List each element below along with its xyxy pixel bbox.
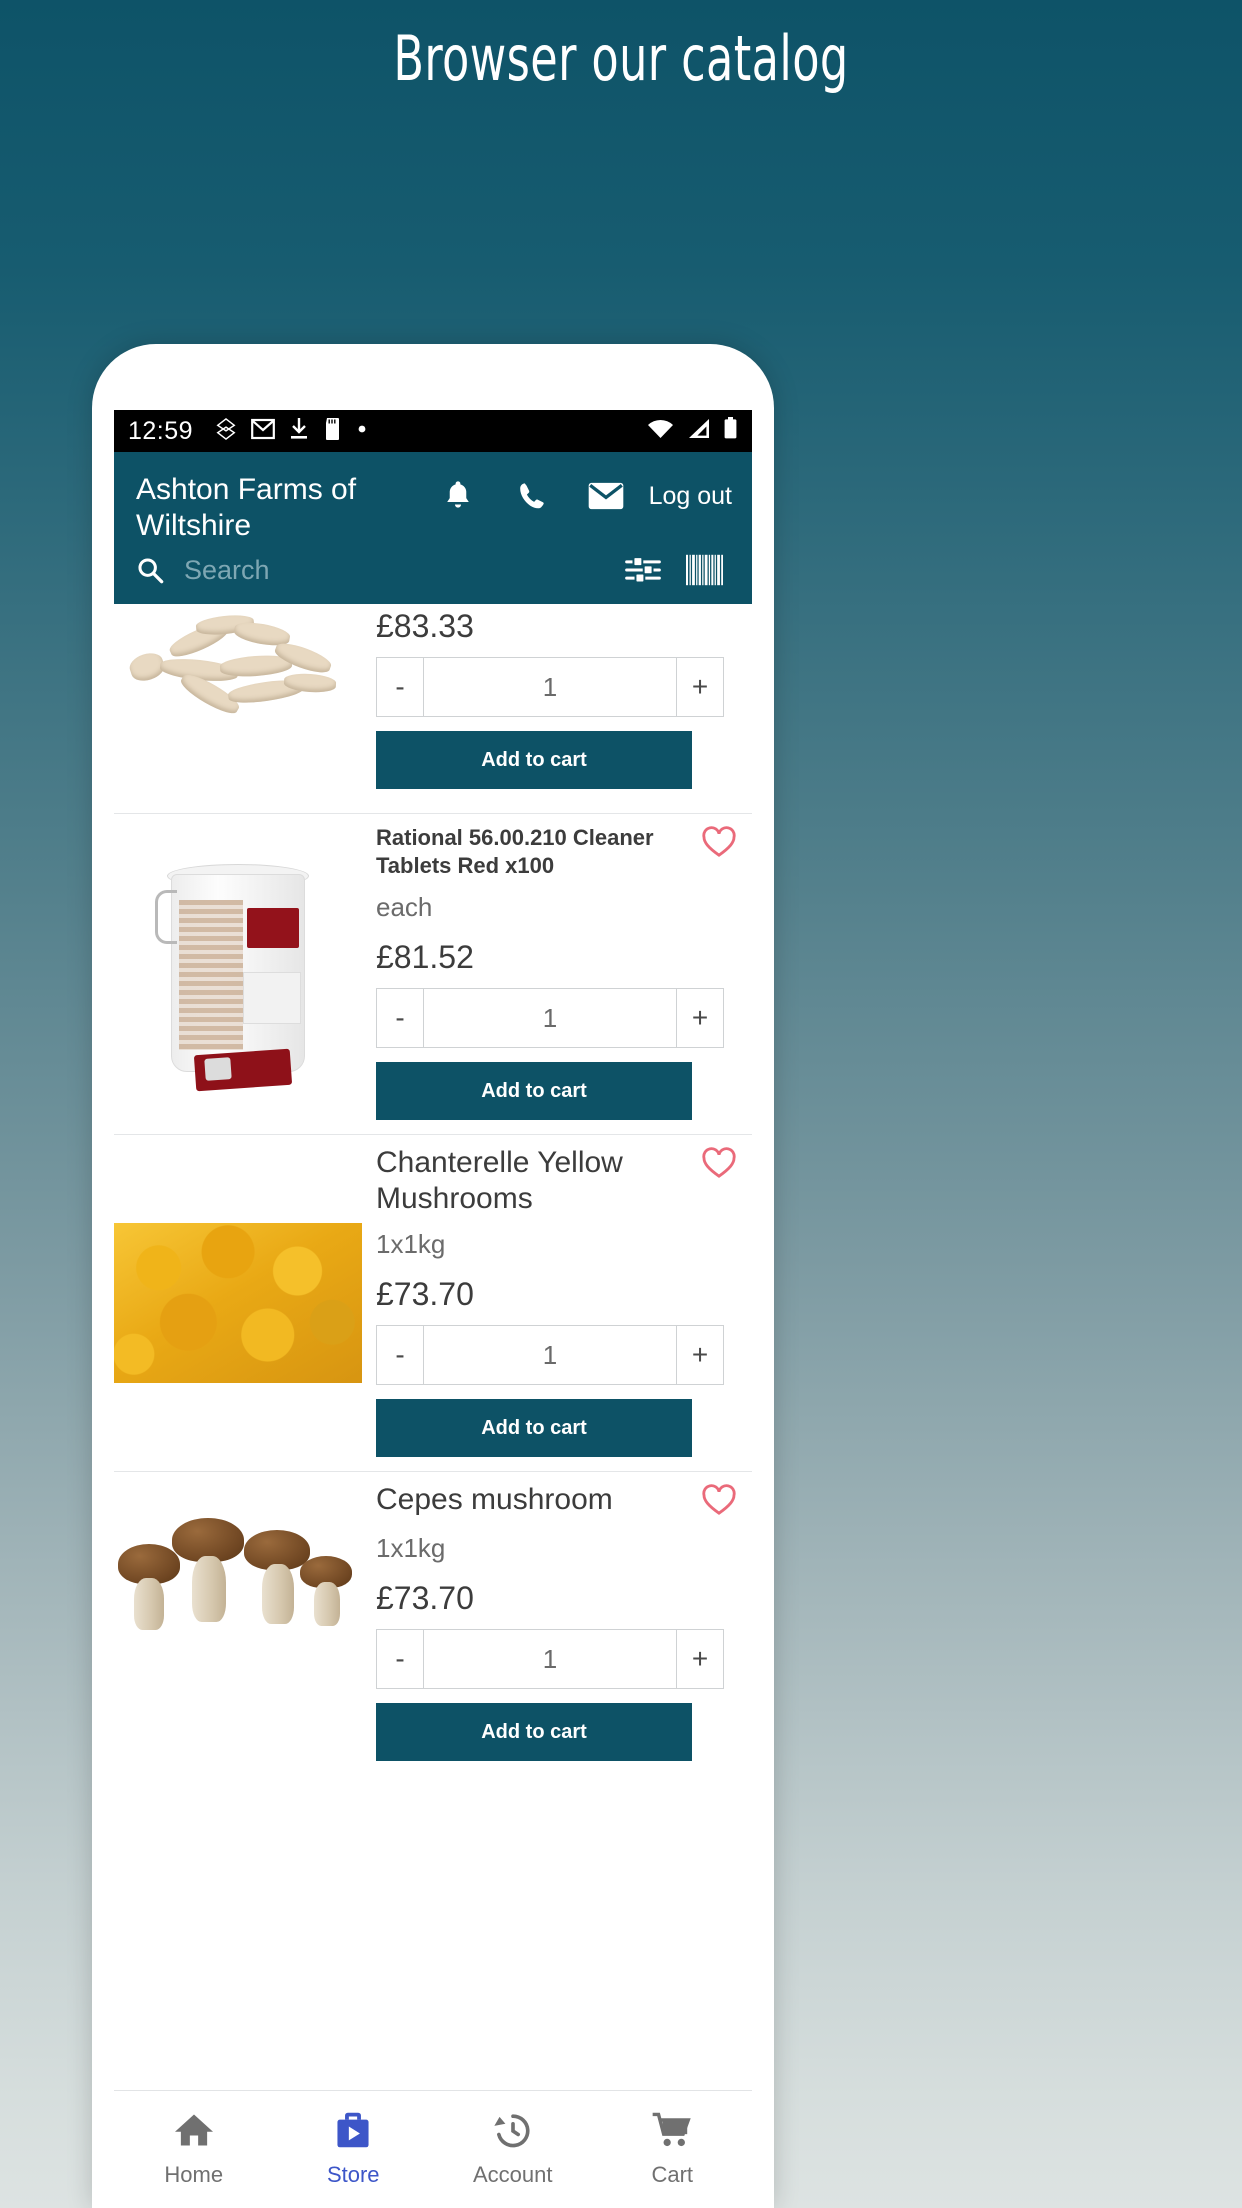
history-icon bbox=[492, 2111, 534, 2154]
product-details: £83.33 - 1 + Add to cart bbox=[362, 604, 752, 813]
cepes-mushrooms-image bbox=[114, 1500, 362, 1640]
sd-card-icon bbox=[323, 417, 342, 446]
quantity-value[interactable]: 1 bbox=[424, 988, 676, 1048]
table-row[interactable]: Rational 56.00.210 Cleaner Tablets Red x… bbox=[114, 814, 752, 1135]
wifi-icon bbox=[647, 418, 674, 445]
bottom-navigation: Home Store Account Cart bbox=[114, 2090, 752, 2208]
nav-item-cart[interactable]: Cart bbox=[593, 2111, 753, 2188]
product-title-row: Cepes mushroom bbox=[376, 1482, 736, 1521]
search-bar[interactable]: Search bbox=[114, 544, 752, 604]
product-thumbnail[interactable] bbox=[114, 1135, 362, 1471]
product-details: Chanterelle Yellow Mushrooms 1x1kg £73.7… bbox=[362, 1135, 752, 1471]
battery-icon bbox=[723, 417, 738, 445]
crosne-tubers-image bbox=[124, 612, 352, 730]
product-name: Chanterelle Yellow Mushrooms bbox=[376, 1146, 623, 1215]
favorite-heart-icon[interactable] bbox=[702, 826, 736, 863]
product-unit: 1x1kg bbox=[376, 1533, 446, 1563]
phone-icon[interactable] bbox=[495, 479, 569, 513]
chanterelle-mushrooms-image bbox=[114, 1223, 362, 1383]
table-row[interactable]: Cepes mushroom 1x1kg £73.70 - 1 + Add to… bbox=[114, 1472, 752, 1775]
barcode-icon[interactable] bbox=[674, 554, 736, 586]
nav-label-home: Home bbox=[164, 2162, 224, 2187]
product-unit: each bbox=[376, 892, 433, 922]
product-price: £73.70 bbox=[376, 1580, 474, 1616]
nav-label-store: Store bbox=[326, 2162, 380, 2187]
home-icon bbox=[173, 2111, 215, 2154]
add-to-cart-button[interactable]: Add to cart bbox=[376, 1399, 692, 1457]
quantity-stepper[interactable]: - 1 + bbox=[376, 1629, 724, 1689]
table-row[interactable]: Chanterelle Yellow Mushrooms 1x1kg £73.7… bbox=[114, 1135, 752, 1472]
status-bar: 12:59 bbox=[114, 410, 752, 452]
search-input[interactable]: Search bbox=[170, 555, 612, 586]
nav-item-account[interactable]: Account bbox=[433, 2111, 593, 2188]
nav-item-home[interactable]: Home bbox=[114, 2111, 274, 2188]
filter-sliders-icon[interactable] bbox=[612, 555, 674, 585]
notifications-icon[interactable] bbox=[421, 478, 495, 514]
quantity-increment-button[interactable]: + bbox=[676, 988, 724, 1048]
quantity-increment-button[interactable]: + bbox=[676, 1325, 724, 1385]
quantity-decrement-button[interactable]: - bbox=[376, 1325, 424, 1385]
product-unit: 1x1kg bbox=[376, 1229, 446, 1259]
status-bar-system-icons bbox=[647, 417, 738, 445]
cleaner-tablets-bucket-image bbox=[143, 856, 333, 1092]
product-details: Cepes mushroom 1x1kg £73.70 - 1 + Add to… bbox=[362, 1472, 752, 1775]
quantity-decrement-button[interactable]: - bbox=[376, 657, 424, 717]
sync-icon bbox=[215, 417, 237, 446]
nav-label-account: Account bbox=[473, 2162, 553, 2187]
quantity-decrement-button[interactable]: - bbox=[376, 1629, 424, 1689]
phone-screen: 12:59 Ashton Farms of Wiltshire Log out … bbox=[114, 410, 752, 2208]
status-bar-notification-icons bbox=[215, 417, 368, 446]
quantity-stepper[interactable]: - 1 + bbox=[376, 988, 724, 1048]
quantity-increment-button[interactable]: + bbox=[676, 657, 724, 717]
product-price: £83.33 bbox=[376, 608, 474, 644]
quantity-stepper[interactable]: - 1 + bbox=[376, 657, 724, 717]
product-price: £73.70 bbox=[376, 1276, 474, 1312]
quantity-decrement-button[interactable]: - bbox=[376, 988, 424, 1048]
app-bar-actions: Log out bbox=[388, 472, 736, 514]
add-to-cart-button[interactable]: Add to cart bbox=[376, 1703, 692, 1761]
gmail-icon bbox=[251, 418, 275, 445]
quantity-stepper[interactable]: - 1 + bbox=[376, 1325, 724, 1385]
signal-icon bbox=[686, 418, 711, 445]
product-details: Rational 56.00.210 Cleaner Tablets Red x… bbox=[362, 814, 752, 1134]
app-bar: Ashton Farms of Wiltshire Log out Search bbox=[114, 452, 752, 604]
quantity-increment-button[interactable]: + bbox=[676, 1629, 724, 1689]
store-bag-icon bbox=[333, 2111, 373, 2154]
dot-icon bbox=[356, 422, 368, 440]
table-row[interactable]: £83.33 - 1 + Add to cart bbox=[114, 604, 752, 814]
add-to-cart-button[interactable]: Add to cart bbox=[376, 1062, 692, 1120]
quantity-value[interactable]: 1 bbox=[424, 1325, 676, 1385]
quantity-value[interactable]: 1 bbox=[424, 1629, 676, 1689]
favorite-heart-icon[interactable] bbox=[702, 1147, 736, 1184]
app-bar-top-row: Ashton Farms of Wiltshire Log out bbox=[114, 452, 752, 544]
nav-label-cart: Cart bbox=[651, 2162, 694, 2187]
product-thumbnail[interactable] bbox=[114, 814, 362, 1134]
page-title: Browser our catalog bbox=[393, 22, 849, 95]
product-name: Cepes mushroom bbox=[376, 1483, 613, 1516]
download-icon bbox=[289, 417, 309, 446]
app-title: Ashton Farms of Wiltshire bbox=[136, 473, 357, 542]
mail-icon[interactable] bbox=[569, 481, 643, 511]
cart-icon bbox=[651, 2111, 693, 2154]
logout-button[interactable]: Log out bbox=[643, 482, 736, 511]
product-thumbnail[interactable] bbox=[114, 604, 362, 813]
quantity-value[interactable]: 1 bbox=[424, 657, 676, 717]
product-title-row: Rational 56.00.210 Cleaner Tablets Red x… bbox=[376, 824, 736, 880]
status-bar-clock: 12:59 bbox=[128, 416, 194, 445]
nav-item-store[interactable]: Store bbox=[274, 2111, 434, 2188]
product-price: £81.52 bbox=[376, 939, 474, 975]
product-list: £83.33 - 1 + Add to cart Rational 56.00.… bbox=[114, 604, 752, 1775]
product-title-row: Chanterelle Yellow Mushrooms bbox=[376, 1145, 736, 1217]
product-name: Rational 56.00.210 Cleaner Tablets Red x… bbox=[376, 825, 654, 878]
search-icon bbox=[136, 556, 170, 584]
favorite-heart-icon[interactable] bbox=[702, 1484, 736, 1521]
phone-mockup: 12:59 Ashton Farms of Wiltshire Log out … bbox=[92, 344, 774, 2208]
add-to-cart-button[interactable]: Add to cart bbox=[376, 731, 692, 789]
product-thumbnail[interactable] bbox=[114, 1472, 362, 1775]
